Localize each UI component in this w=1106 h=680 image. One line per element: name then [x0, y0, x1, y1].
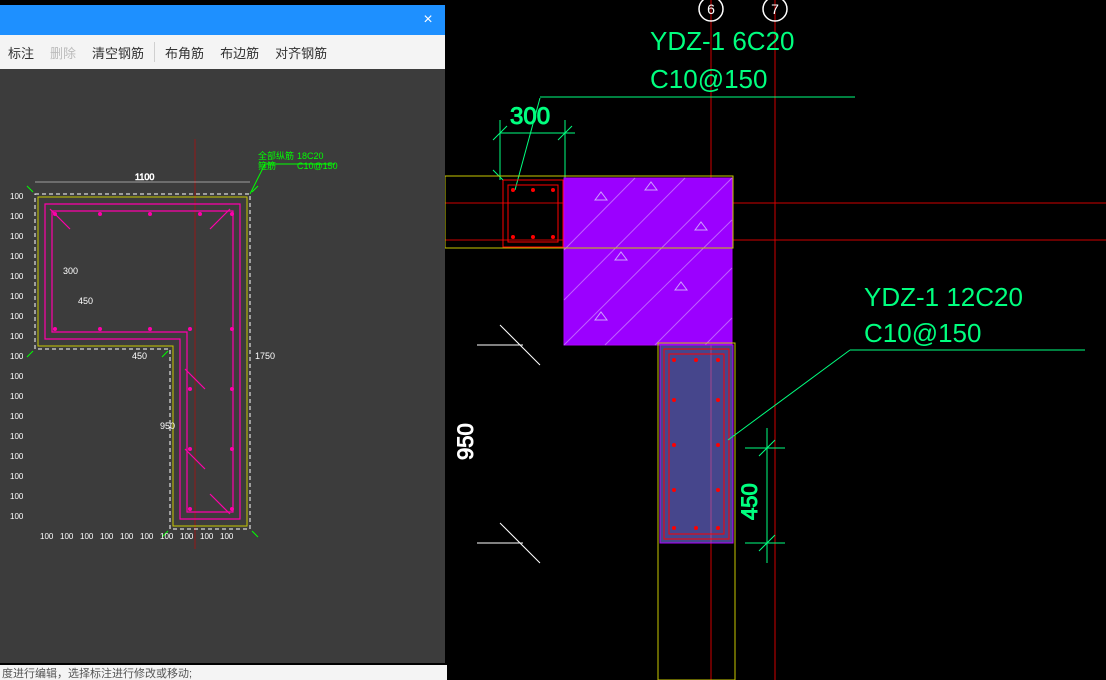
svg-text:100: 100 [10, 352, 24, 361]
svg-text:100: 100 [60, 532, 74, 541]
svg-text:100: 100 [10, 332, 24, 341]
dialog-toolbar: 标注 删除 清空钢筋 布角筋 布边筋 对齐钢筋 [0, 35, 445, 69]
close-button[interactable]: × [411, 5, 445, 35]
svg-text:100: 100 [10, 452, 24, 461]
callout-ydz1-6c20[interactable]: YDZ-1 6C20 C10@150 [515, 26, 855, 190]
btn-edge-rebar[interactable]: 布边筋 [212, 43, 267, 62]
dim-1750: 1750 [255, 351, 275, 361]
svg-text:100: 100 [180, 532, 194, 541]
svg-text:100: 100 [10, 312, 24, 321]
dim-top-1100: 1100 [35, 172, 250, 182]
svg-text:全部纵筋: 全部纵筋 [258, 150, 294, 161]
svg-text:100: 100 [220, 532, 234, 541]
section-outline-inner [38, 197, 247, 526]
btn-align-rebar[interactable]: 对齐钢筋 [267, 43, 335, 62]
dialog-statusbar: 度进行编辑，选择标注进行修改或移动; [0, 665, 447, 680]
svg-text:100: 100 [10, 292, 24, 301]
svg-text:300: 300 [510, 103, 550, 130]
btn-annotate[interactable]: 标注 [0, 43, 42, 62]
svg-text:100: 100 [10, 192, 24, 201]
svg-text:100: 100 [10, 432, 24, 441]
svg-text:100: 100 [10, 232, 24, 241]
svg-text:100: 100 [10, 212, 24, 221]
rebar-cage[interactable] [45, 204, 240, 519]
close-icon: × [423, 11, 432, 29]
dialog-preview-canvas[interactable]: 全部纵筋 18C20 箍筋 C10@150 1100 300 450 450 9… [0, 69, 445, 663]
callout-ydz1-12c20[interactable]: YDZ-1 12C20 C10@150 [728, 282, 1085, 440]
svg-text:100: 100 [140, 532, 154, 541]
svg-text:YDZ-1 6C20: YDZ-1 6C20 [650, 26, 795, 56]
btn-clear-rebar[interactable]: 清空钢筋 [84, 43, 152, 62]
rebar-editor-dialog: × 标注 删除 清空钢筋 布角筋 布边筋 对齐钢筋 [0, 5, 445, 663]
cad-main-viewport[interactable]: 6 7 YDZ-1 6C20 C10@150 300 [445, 0, 1106, 680]
svg-text:100: 100 [10, 272, 24, 281]
svg-text:100: 100 [10, 392, 24, 401]
svg-text:7: 7 [771, 1, 779, 17]
corner-ticks [27, 186, 258, 537]
svg-text:6: 6 [707, 1, 715, 17]
btn-delete[interactable]: 删除 [42, 43, 84, 62]
toolbar-separator [154, 42, 155, 62]
column-section-top[interactable] [564, 178, 732, 345]
svg-text:100: 100 [200, 532, 214, 541]
legend: 全部纵筋 18C20 箍筋 C10@150 [250, 150, 338, 194]
dim-950: 950 [160, 421, 175, 431]
svg-text:100: 100 [160, 532, 174, 541]
svg-text:100: 100 [10, 252, 24, 261]
column-section-bottom[interactable] [660, 345, 733, 543]
dim-450a: 450 [78, 296, 93, 306]
svg-text:100: 100 [10, 512, 24, 521]
section-outline [35, 194, 250, 529]
svg-text:YDZ-1 12C20: YDZ-1 12C20 [864, 282, 1023, 312]
rebar-cage-top[interactable] [493, 170, 563, 247]
svg-text:C10@150: C10@150 [650, 64, 767, 94]
svg-text:450: 450 [737, 483, 762, 520]
svg-text:950: 950 [453, 423, 478, 460]
btn-corner-rebar[interactable]: 布角筋 [157, 43, 212, 62]
left-ticks-100: 100 100 100 100 100 100 100 100 100 100 … [10, 192, 24, 521]
bottom-ticks-100: 100 100 100 100 100 100 100 100 100 100 [40, 532, 234, 541]
svg-text:100: 100 [10, 492, 24, 501]
dim-450b: 450 [132, 351, 147, 361]
svg-text:100: 100 [10, 472, 24, 481]
svg-text:1100: 1100 [135, 172, 154, 182]
svg-text:100: 100 [10, 412, 24, 421]
svg-text:100: 100 [120, 532, 134, 541]
dimension-300: 300 [493, 103, 575, 180]
svg-text:100: 100 [40, 532, 54, 541]
svg-text:C10@150: C10@150 [297, 161, 338, 171]
svg-text:100: 100 [10, 372, 24, 381]
rebar-dots [53, 212, 234, 511]
svg-text:100: 100 [80, 532, 94, 541]
svg-text:18C20: 18C20 [297, 151, 324, 161]
svg-text:100: 100 [100, 532, 114, 541]
svg-text:C10@150: C10@150 [864, 318, 981, 348]
dimension-950: 950 [453, 325, 540, 563]
dim-300: 300 [63, 266, 78, 276]
dialog-titlebar[interactable]: × [0, 5, 445, 35]
dimension-450: 450 [737, 428, 785, 563]
svg-text:箍筋: 箍筋 [258, 160, 276, 171]
